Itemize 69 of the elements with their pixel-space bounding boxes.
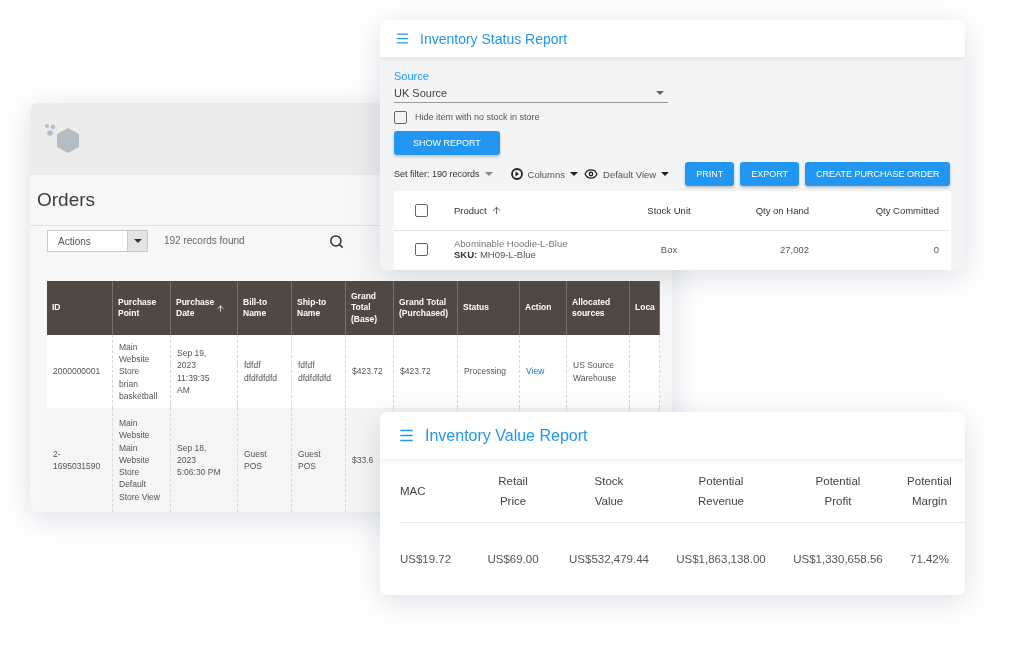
- menu-icon[interactable]: [398, 427, 415, 444]
- product-name: Abominable Hoodie-L-Blue: [454, 238, 568, 249]
- eye-icon: [584, 167, 599, 181]
- column-header[interactable]: Grand Total (Purchased): [394, 281, 458, 335]
- table-cell-text: 0: [932, 242, 940, 257]
- source-label: Source: [394, 70, 430, 83]
- table-cell: 2000000001: [47, 335, 113, 408]
- column-header: Potential Revenue: [660, 459, 782, 523]
- column-header[interactable]: Ship-to Name: [292, 281, 346, 335]
- column-header[interactable]: Stock Unit: [629, 191, 709, 231]
- select-all-checkbox[interactable]: [415, 204, 428, 217]
- column-header[interactable]: Status: [458, 281, 520, 335]
- column-header[interactable]: Grand Total (Base): [346, 281, 394, 335]
- table-cell-text: US$532,479.44: [568, 552, 650, 567]
- column-header: Retail Price: [468, 459, 558, 523]
- sort-arrow-icon: [490, 205, 502, 216]
- row-checkbox[interactable]: [415, 242, 428, 256]
- table-cell: fdfdf dfdfdfdfd: [238, 335, 292, 408]
- columns-icon: [510, 168, 523, 180]
- table-cell: Processing: [458, 335, 520, 408]
- table-cell: fdfdf dfdfdfdfd: [292, 335, 346, 408]
- column-header[interactable]: Action: [520, 281, 567, 335]
- checkbox-label: Hide item with no stock in store: [415, 112, 540, 122]
- column-header[interactable]: ID: [47, 281, 113, 335]
- table-cell: Sep 19, 2023 11:39:35 AM: [171, 335, 238, 408]
- column-header: Potential Margin: [894, 459, 965, 523]
- sort-arrow-icon: [216, 303, 226, 313]
- search-icon[interactable]: [328, 233, 344, 249]
- table-cell: Main Website Store brian basketball: [113, 335, 171, 408]
- table-cell: 2- 1695031590: [47, 408, 113, 512]
- page-title: Orders: [37, 189, 96, 211]
- table-cell: Sep 18, 2023 5:06:30 PM: [171, 408, 238, 512]
- table-cell: US Source Warehouse: [567, 335, 630, 408]
- table-cell-text: US$19.72: [400, 552, 453, 567]
- table-cell-text: Box: [659, 242, 679, 257]
- column-header: Potential Profit: [782, 459, 894, 523]
- table-cell-text: US$1,863,138.00: [675, 552, 767, 567]
- column-header[interactable]: Product: [449, 191, 629, 231]
- checkbox[interactable]: [394, 110, 407, 124]
- report-title: Inventory Status Report: [420, 30, 568, 47]
- table-cell-text: 27,002: [778, 242, 810, 257]
- column-header[interactable]: Qty Committed: [839, 191, 949, 231]
- hexagon-logo-icon: [44, 123, 82, 155]
- table-cell: $423.72: [394, 335, 458, 408]
- column-header[interactable]: Purchase Date: [171, 281, 238, 335]
- column-header[interactable]: Loca: [630, 281, 660, 335]
- column-header: Stock Value: [558, 459, 660, 523]
- table-cell-text: US$69.00: [486, 552, 540, 567]
- actions-select[interactable]: Actions: [47, 230, 148, 252]
- table-cell-text: US$1,330,658.56: [792, 552, 884, 567]
- table-cell: Guest POS: [292, 408, 346, 512]
- column-header[interactable]: Bill-to Name: [238, 281, 292, 335]
- filter-dropdown[interactable]: Set filter: 190 records: [394, 169, 493, 179]
- menu-icon[interactable]: [395, 31, 410, 46]
- column-header[interactable]: Allocated sources: [567, 281, 630, 335]
- column-header: MAC: [400, 459, 468, 523]
- table-cell: Guest POS: [238, 408, 292, 512]
- records-count: 192 records found: [164, 234, 245, 248]
- column-header[interactable]: Qty on Hand: [709, 191, 839, 231]
- table-cell: Main Website Main Website Store Default Store View: [113, 408, 171, 512]
- source-select[interactable]: UK Source: [394, 83, 668, 103]
- product-sku: SKU: MH09-L-Blue: [454, 249, 536, 260]
- columns-dropdown[interactable]: Columns: [510, 168, 579, 180]
- table-cell-text: 71.42%: [909, 552, 950, 567]
- table-cell: $423.72: [346, 335, 394, 408]
- report-title: Inventory Value Report: [425, 426, 588, 445]
- column-header[interactable]: Purchase Point: [113, 281, 171, 335]
- view-link[interactable]: View: [526, 365, 545, 378]
- view-dropdown[interactable]: Default View: [584, 167, 670, 181]
